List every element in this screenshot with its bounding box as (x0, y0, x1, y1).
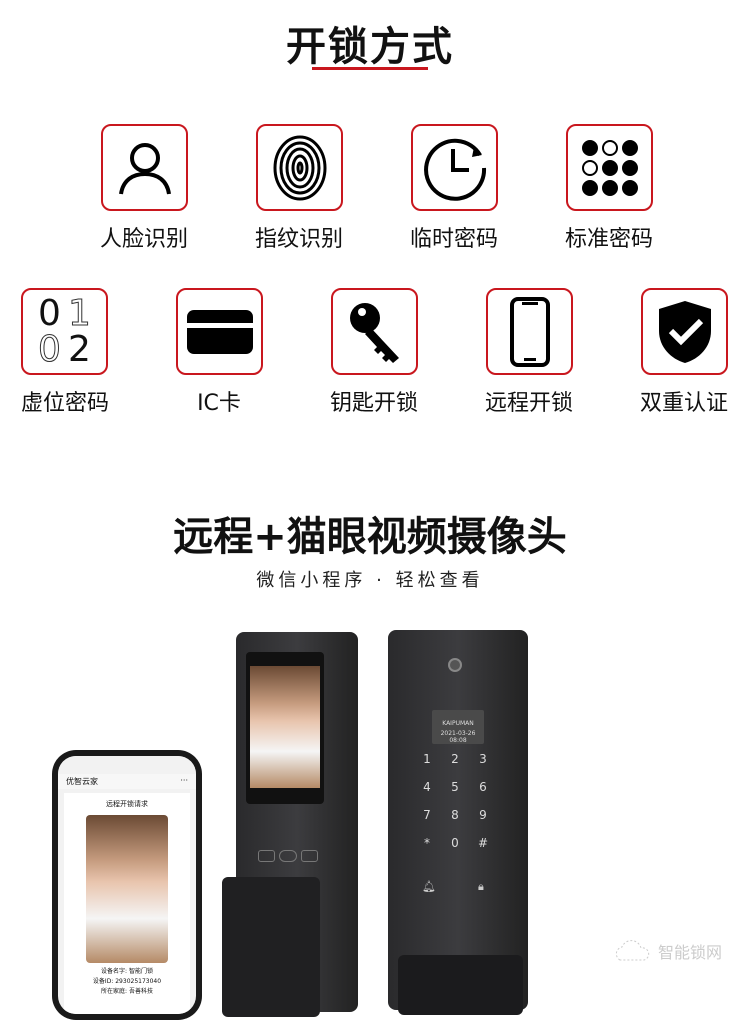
card-icon (176, 288, 263, 375)
method-label: 人脸识别 (99, 227, 188, 252)
digit: 0 (38, 328, 62, 370)
keypad[interactable]: 1 2 3 4 5 6 7 8 9 * 0 # (416, 752, 506, 862)
method-label: 双重认证 (639, 391, 728, 416)
device-id: 设备ID: 293025173040 (92, 978, 162, 985)
key[interactable]: 1 (420, 752, 434, 766)
title-underline (312, 67, 428, 70)
family: 所在家庭: 吾善科技 (101, 988, 153, 995)
method-label: 标准密码 (564, 227, 653, 252)
lock-brand: KAIPUMAN (442, 720, 474, 727)
lock-screen-photo (250, 666, 320, 788)
menu-icon[interactable]: ··· (180, 776, 188, 787)
section-title: 远程+猫眼视频摄像头 (173, 514, 567, 560)
request-title: 远程开锁请求 (106, 800, 148, 808)
cloud-icon (615, 940, 650, 961)
lock-icon[interactable]: 🔒︎ (478, 880, 484, 894)
method-label: IC卡 (197, 391, 241, 416)
app-name: 优智云家 (66, 777, 98, 786)
section-title: 开锁方式 (286, 24, 454, 70)
fingerprint-icon (256, 124, 343, 211)
digit: 2 (68, 328, 91, 370)
key[interactable]: 7 (420, 808, 434, 822)
watermark: 智能锁网 (612, 938, 722, 964)
key[interactable]: # (476, 836, 490, 850)
digit: 1 (68, 292, 92, 334)
key[interactable]: 8 (448, 808, 462, 822)
method-label: 远程开锁 (484, 391, 573, 416)
smart-lock-keypad: KAIPUMAN 2021-03-26 08:08 1 2 3 4 5 6 7 … (388, 630, 528, 1015)
smart-lock-video (222, 632, 358, 1017)
key[interactable]: 9 (476, 808, 490, 822)
key-icon (331, 288, 418, 375)
watermark-text: 智能锁网 (658, 943, 723, 962)
shield-check-icon (641, 288, 728, 375)
key[interactable]: * (420, 836, 434, 850)
face-icon (101, 124, 188, 211)
method-label: 虚位密码 (20, 391, 109, 416)
keypad-dots-icon (566, 124, 653, 211)
method-label: 钥匙开锁 (329, 391, 418, 416)
key[interactable]: 6 (476, 780, 490, 794)
key[interactable]: 0 (448, 836, 462, 850)
camera-icon (448, 658, 462, 672)
section-subtitle: 微信小程序 · 轻松查看 (256, 570, 484, 591)
key[interactable]: 3 (476, 752, 490, 766)
smartphone-image: 优智云家 ··· 远程开锁请求 设备名字: 智能门锁 设备ID: 2930251… (52, 750, 202, 1020)
device-name: 设备名字: 智能门锁 (101, 968, 153, 975)
virtual-digits-icon: 0 1 0 2 (21, 288, 108, 375)
phone-icon (486, 288, 573, 375)
key[interactable]: 5 (448, 780, 462, 794)
key[interactable]: 4 (420, 780, 434, 794)
visitor-photo (86, 815, 168, 963)
digit: 0 (38, 292, 61, 334)
lock-datetime: 2021-03-26 08:08 (440, 730, 476, 744)
method-label: 指纹识别 (254, 227, 343, 252)
lock-handle (222, 877, 320, 1017)
method-label: 临时密码 (409, 227, 498, 252)
clock-icon (411, 124, 498, 211)
bell-icon[interactable]: 🔔︎ (422, 880, 436, 893)
key[interactable]: 2 (448, 752, 462, 766)
